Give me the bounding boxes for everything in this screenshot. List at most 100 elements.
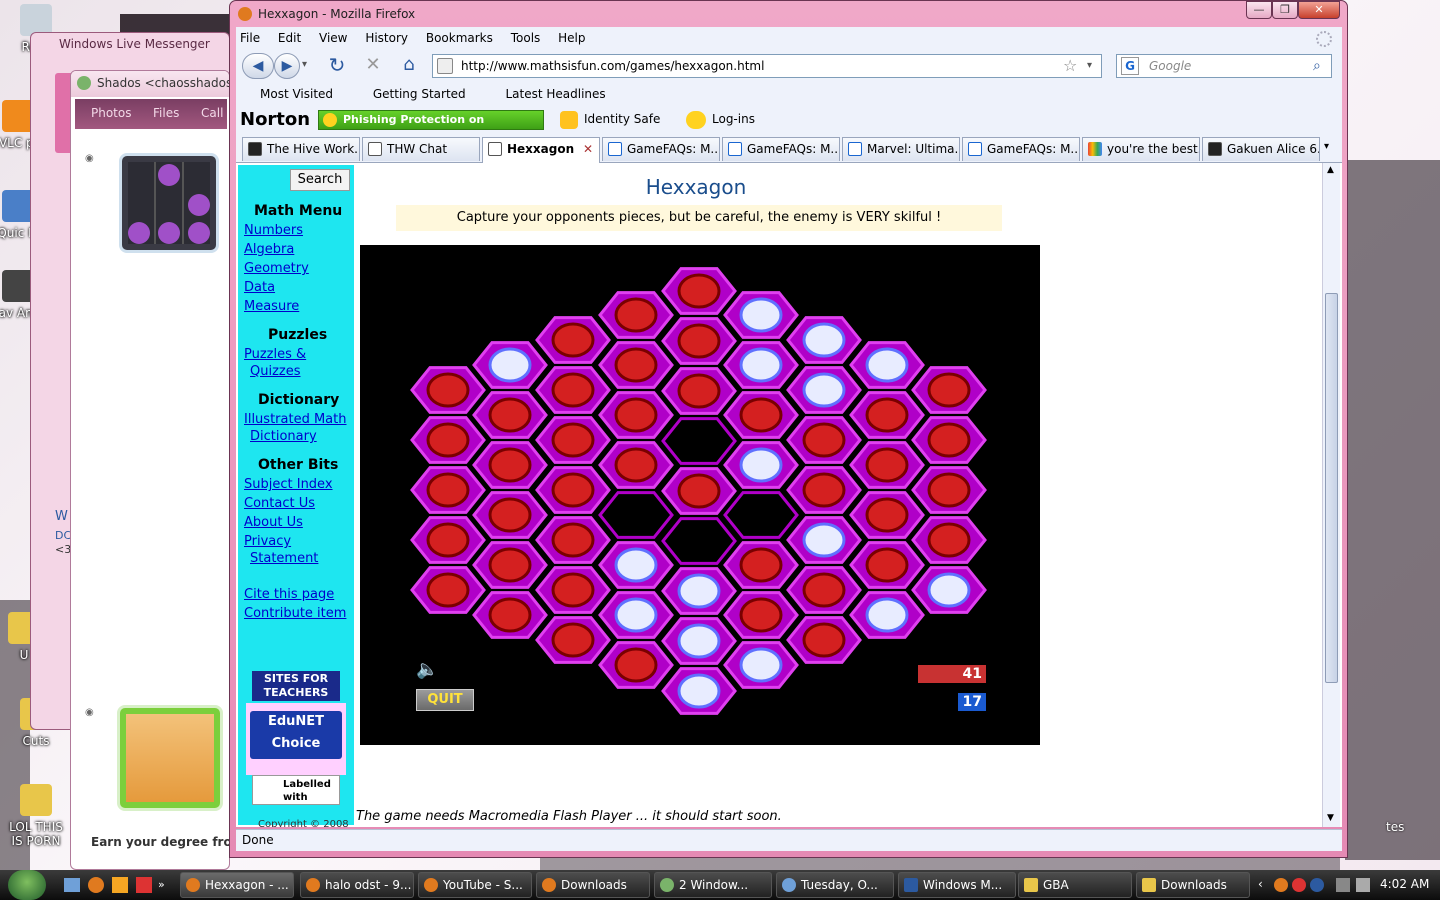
white-piece[interactable] <box>677 673 721 709</box>
show-desktop-icon[interactable] <box>64 878 80 892</box>
red-piece[interactable] <box>614 297 658 333</box>
red-piece[interactable] <box>865 447 909 483</box>
scroll-up-icon[interactable]: ▲ <box>1327 165 1334 175</box>
tab-gakuen-alice[interactable]: Gakuen Alice 6... <box>1202 137 1320 161</box>
edunet-badge[interactable]: EduNET Choice <box>246 703 346 775</box>
maximize-button[interactable]: ❐ <box>1272 1 1298 19</box>
red-piece[interactable] <box>426 422 470 458</box>
red-piece[interactable] <box>488 597 532 633</box>
user-avatar[interactable] <box>117 705 223 811</box>
white-piece[interactable] <box>614 547 658 583</box>
link-contact-us[interactable]: Contact Us <box>244 496 315 511</box>
taskbar-item-windows-media[interactable]: Windows M... <box>898 872 1016 898</box>
red-piece[interactable] <box>426 372 470 408</box>
menu-file[interactable]: File <box>240 31 260 45</box>
red-piece[interactable] <box>551 522 595 558</box>
tab-list-dropdown-icon[interactable]: ▾ <box>1324 141 1329 152</box>
tab-close-icon[interactable]: ✕ <box>583 138 593 160</box>
taskbar-item-hexxagon[interactable]: Hexxagon - ... <box>180 872 294 898</box>
red-piece[interactable] <box>802 422 846 458</box>
chat-titlebar[interactable]: Shados <chaosshados@ <box>71 71 229 97</box>
red-piece[interactable] <box>488 447 532 483</box>
chat-window[interactable]: Shados <chaosshados@ Photos Files Call ◉… <box>70 70 230 870</box>
taskbar-item-downloads-folder[interactable]: Downloads <box>1136 872 1250 898</box>
chat-nav-files[interactable]: Files <box>153 106 179 120</box>
link-puzzles[interactable]: Puzzles & <box>244 347 306 362</box>
search-engine-icon[interactable]: G <box>1121 57 1139 75</box>
reload-button[interactable]: ↻ <box>324 53 350 79</box>
labelled-with-badge[interactable]: Labelled with <box>252 775 340 805</box>
taskbar-item-downloads-ff[interactable]: Downloads <box>536 872 650 898</box>
tray-expand-icon[interactable]: ‹ <box>1258 877 1263 891</box>
link-cite-page[interactable]: Cite this page <box>244 587 334 602</box>
clock[interactable]: 4:02 AM <box>1380 877 1429 891</box>
link-data[interactable]: Data <box>244 280 275 295</box>
quit-button[interactable]: QUIT <box>416 689 474 711</box>
game-tile-icon[interactable] <box>119 153 219 253</box>
white-piece[interactable] <box>802 522 846 558</box>
red-piece[interactable] <box>551 422 595 458</box>
board-hole[interactable] <box>723 491 799 539</box>
white-piece[interactable] <box>739 297 783 333</box>
white-piece[interactable] <box>677 623 721 659</box>
link-contribute[interactable]: Contribute item <box>244 606 346 621</box>
red-piece[interactable] <box>551 472 595 508</box>
url-dropdown-icon[interactable]: ▾ <box>1087 55 1092 77</box>
promo-text[interactable]: Earn your degree from U <box>91 835 229 849</box>
search-go-icon[interactable]: ⌕ <box>1313 55 1321 77</box>
link-measure[interactable]: Measure <box>244 299 299 314</box>
taskbar-item-youtube[interactable]: YouTube - S... <box>418 872 532 898</box>
tab-hive-workshop[interactable]: The Hive Work... <box>242 137 360 161</box>
bookmark-getting-started[interactable]: Getting Started <box>353 87 466 101</box>
search-input[interactable]: G Google ⌕ <box>1116 54 1332 78</box>
white-piece[interactable] <box>677 573 721 609</box>
red-piece[interactable] <box>677 273 721 309</box>
home-button[interactable]: ⌂ <box>396 53 422 79</box>
red-piece[interactable] <box>614 447 658 483</box>
taskbar-item-halo[interactable]: halo odst - 9... <box>300 872 414 898</box>
back-button[interactable]: ◀ <box>242 53 274 79</box>
chat-nav-photos[interactable]: Photos <box>91 106 131 120</box>
firefox-window[interactable]: Hexxagon - Mozilla Firefox — ❐ ✕ File Ed… <box>229 0 1348 858</box>
red-piece[interactable] <box>677 473 721 509</box>
history-dropdown-icon[interactable]: ▾ <box>302 59 307 70</box>
chat-nav-call[interactable]: Call <box>201 106 223 120</box>
red-piece[interactable] <box>927 422 971 458</box>
link-dictionary[interactable]: Dictionary <box>250 429 317 444</box>
red-piece[interactable] <box>802 622 846 658</box>
link-subject-index[interactable]: Subject Index <box>244 477 333 492</box>
red-piece[interactable] <box>551 622 595 658</box>
red-piece[interactable] <box>802 572 846 608</box>
red-piece[interactable] <box>927 522 971 558</box>
red-piece[interactable] <box>739 597 783 633</box>
white-piece[interactable] <box>865 347 909 383</box>
start-button[interactable] <box>8 870 46 900</box>
bookmark-most-visited[interactable]: Most Visited <box>240 87 333 101</box>
link-privacy[interactable]: Privacy <box>244 534 291 549</box>
tab-gamefaqs-2[interactable]: GameFAQs: M... <box>722 137 840 161</box>
forward-button[interactable]: ▶ <box>274 53 300 79</box>
app-quicklaunch-icon[interactable] <box>136 877 152 893</box>
red-piece[interactable] <box>488 397 532 433</box>
white-piece[interactable] <box>488 347 532 383</box>
media-quicklaunch-icon[interactable] <box>112 877 128 893</box>
white-piece[interactable] <box>865 597 909 633</box>
red-piece[interactable] <box>802 472 846 508</box>
link-statement[interactable]: Statement <box>250 551 318 566</box>
collapse-icon[interactable]: ◉ <box>85 153 94 164</box>
tray-app-icon[interactable] <box>1274 878 1288 892</box>
stop-button[interactable]: ✕ <box>360 53 386 79</box>
taskbar-item-tuesday[interactable]: Tuesday, O... <box>776 872 894 898</box>
menu-bookmarks[interactable]: Bookmarks <box>426 31 493 45</box>
link-algebra[interactable]: Algebra <box>244 242 294 257</box>
scroll-down-icon[interactable]: ▼ <box>1327 813 1334 823</box>
tray-volume-icon[interactable] <box>1356 878 1370 892</box>
bookmark-star-icon[interactable]: ☆ <box>1063 55 1077 77</box>
red-piece[interactable] <box>614 397 658 433</box>
link-quizzes[interactable]: Quizzes <box>250 364 301 379</box>
red-piece[interactable] <box>551 572 595 608</box>
hexxagon-game[interactable]: 🔈 QUIT 41 17 <box>360 245 1040 745</box>
tray-norton-icon[interactable] <box>1292 878 1306 892</box>
menu-view[interactable]: View <box>319 31 347 45</box>
red-piece[interactable] <box>927 472 971 508</box>
